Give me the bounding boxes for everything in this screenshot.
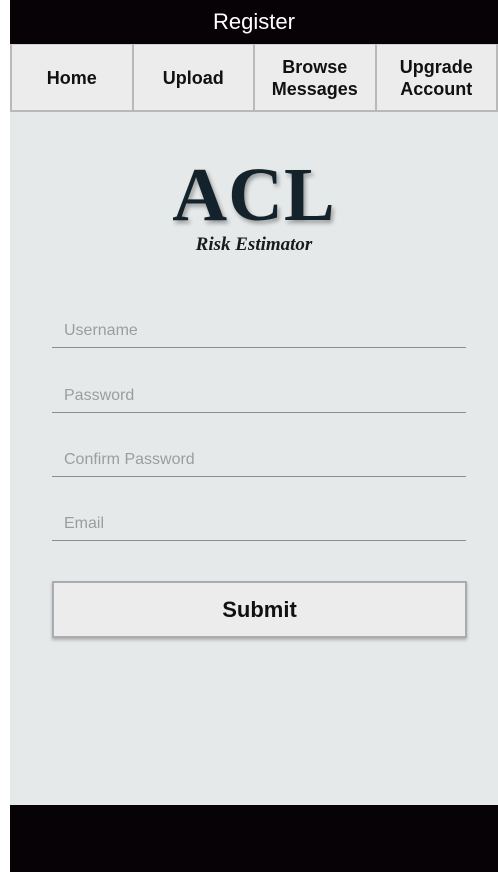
logo-subtitle: Risk Estimator [195,234,313,255]
bottom-bar [10,805,498,872]
nav-upload-button[interactable]: Upload [131,44,255,112]
nav-bar: Home Upload Browse Messages Upgrade Acco… [10,44,498,112]
nav-home-button[interactable]: Home [10,44,134,112]
logo-title: ACL [172,153,336,237]
password-field[interactable] [52,379,466,413]
nav-upgrade-account-button[interactable]: Upgrade Account [374,44,498,112]
username-field[interactable] [52,314,466,348]
confirm-password-field[interactable] [52,443,466,477]
logo: ACL Risk Estimator [10,153,498,256]
title-bar: Register [10,0,498,44]
page-title: Register [213,9,295,34]
email-field[interactable] [52,507,466,541]
register-screen: Register Home Upload Browse Messages Upg… [10,0,498,872]
submit-button[interactable]: Submit [52,581,467,638]
nav-browse-messages-button[interactable]: Browse Messages [253,44,377,112]
